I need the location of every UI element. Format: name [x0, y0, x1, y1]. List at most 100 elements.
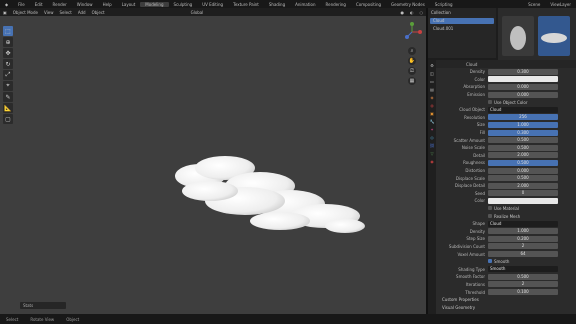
add-cube-icon[interactable]: ▢: [3, 114, 13, 124]
outliner-item[interactable]: Cloud.001: [430, 26, 494, 32]
tab-modeling[interactable]: Modeling: [140, 1, 169, 7]
scene-tab-icon[interactable]: ◈: [429, 94, 435, 100]
section-visual-geometry[interactable]: Visual Geometry: [436, 303, 576, 311]
data-tab-icon[interactable]: ▽: [429, 150, 435, 156]
property-field[interactable]: [488, 197, 558, 204]
tab-compositing[interactable]: Compositing: [351, 2, 386, 7]
menu-view[interactable]: View: [41, 10, 57, 15]
tool-tab-icon[interactable]: ⚙: [429, 62, 435, 68]
property-field[interactable]: Cloud: [488, 106, 558, 113]
measure-icon[interactable]: 📐: [3, 103, 13, 113]
object-tab-icon[interactable]: ▣: [429, 110, 435, 116]
select-box-icon[interactable]: ⬚: [3, 26, 13, 36]
property-field[interactable]: Cloud: [488, 220, 558, 227]
physics-tab-icon[interactable]: ◎: [429, 134, 435, 140]
property-field[interactable]: 1.000: [488, 121, 558, 128]
property-field[interactable]: 0.500: [488, 159, 558, 166]
property-field[interactable]: Smooth: [488, 266, 558, 273]
annotate-icon[interactable]: ✎: [3, 92, 13, 102]
property-field[interactable]: 2: [488, 281, 558, 288]
menu-window[interactable]: Window: [72, 2, 98, 7]
material-tab-icon[interactable]: ◉: [429, 158, 435, 164]
tab-layout[interactable]: Layout: [117, 2, 141, 7]
property-field[interactable]: 2.000: [488, 182, 558, 189]
checkbox-icon[interactable]: [488, 213, 492, 218]
rotate-icon[interactable]: ↻: [3, 59, 13, 69]
property-field[interactable]: [488, 76, 558, 83]
editor-type-icon[interactable]: ▣: [0, 10, 10, 15]
pan-icon[interactable]: ✋: [408, 57, 416, 65]
world-tab-icon[interactable]: ◍: [429, 102, 435, 108]
shading-material-icon[interactable]: ◐: [407, 10, 417, 15]
property-field[interactable]: 0.500: [488, 137, 558, 144]
tab-texture-paint[interactable]: Texture Paint: [228, 2, 264, 7]
view-layer-tab-icon[interactable]: ▤: [429, 86, 435, 92]
cursor-icon[interactable]: ⊕: [3, 37, 13, 47]
outliner-item[interactable]: Cloud: [430, 18, 494, 24]
property-field[interactable]: 0.500: [488, 273, 558, 280]
particles-tab-icon[interactable]: ✦: [429, 126, 435, 132]
property-checkbox[interactable]: Smooth: [488, 259, 509, 264]
property-label: Subdivision Count: [448, 243, 485, 249]
property-field[interactable]: 0.100: [488, 289, 558, 296]
property-field[interactable]: 0: [488, 190, 558, 197]
axis-gizmo-icon[interactable]: [400, 20, 424, 44]
checkbox-icon[interactable]: [488, 205, 492, 210]
cloud-object[interactable]: [0, 16, 426, 314]
render-tab-icon[interactable]: ◫: [429, 70, 435, 76]
tab-uv-editing[interactable]: UV Editing: [197, 2, 228, 7]
perspective-icon[interactable]: ▦: [408, 77, 416, 85]
view-layer-selector[interactable]: ViewLayer: [545, 2, 576, 7]
navigation-gizmo: ⌕ ✋ ⎚ ▦: [400, 20, 424, 110]
property-checkbox[interactable]: Use Material: [488, 205, 519, 211]
checkbox-icon[interactable]: [488, 99, 492, 104]
scale-icon[interactable]: ⤢: [3, 70, 13, 80]
property-field[interactable]: 64: [488, 251, 558, 258]
property-field[interactable]: 0.200: [488, 235, 558, 242]
property-checkbox[interactable]: Use Object Color: [488, 99, 528, 105]
orientation-selector[interactable]: Global: [188, 10, 207, 15]
menu-edit[interactable]: Edit: [30, 2, 48, 7]
transform-icon[interactable]: ⌖: [3, 81, 13, 91]
tab-rendering[interactable]: Rendering: [321, 2, 351, 7]
property-field[interactable]: 0.000: [488, 83, 558, 90]
menu-object[interactable]: Object: [89, 10, 108, 15]
checkbox-icon[interactable]: [488, 259, 492, 264]
output-tab-icon[interactable]: ▭: [429, 78, 435, 84]
shading-rendered-icon[interactable]: ○: [417, 10, 427, 15]
tab-animation[interactable]: Animation: [290, 2, 320, 7]
tab-shading[interactable]: Shading: [264, 2, 290, 7]
move-icon[interactable]: ✥: [3, 48, 13, 58]
tab-sculpting[interactable]: Sculpting: [169, 2, 198, 7]
property-field[interactable]: 0.500: [488, 175, 558, 182]
3d-viewport[interactable]: [0, 16, 426, 314]
shading-solid-icon[interactable]: ●: [398, 10, 408, 15]
menu-render[interactable]: Render: [48, 2, 72, 7]
property-field[interactable]: 256: [488, 114, 558, 121]
section-custom-properties[interactable]: Custom Properties: [436, 296, 576, 304]
property-checkbox[interactable]: Realize Mesh: [488, 213, 520, 219]
asset-thumbnail-selected[interactable]: [538, 16, 570, 56]
property-field[interactable]: 0.500: [488, 144, 558, 151]
tab-scripting[interactable]: Scripting: [430, 2, 458, 7]
mode-selector[interactable]: Object Mode: [10, 10, 41, 15]
property-field[interactable]: 2: [488, 243, 558, 250]
zoom-icon[interactable]: ⌕: [408, 47, 416, 55]
property-field[interactable]: 0.000: [488, 167, 558, 174]
asset-thumbnail[interactable]: [502, 16, 534, 56]
tab-geometry-nodes[interactable]: Geometry Nodes: [386, 2, 430, 7]
property-field[interactable]: 2.000: [488, 152, 558, 159]
scene-selector[interactable]: Scene: [523, 2, 545, 7]
property-field[interactable]: 0.000: [488, 91, 558, 98]
constraints-tab-icon[interactable]: ⛓: [429, 142, 435, 148]
property-field[interactable]: 0.300: [488, 68, 558, 75]
menu-select[interactable]: Select: [56, 10, 74, 15]
menu-add[interactable]: Add: [75, 10, 89, 15]
menu-help[interactable]: Help: [98, 2, 117, 7]
property-field[interactable]: 0.300: [488, 129, 558, 136]
menu-file[interactable]: File: [13, 2, 30, 7]
property-field[interactable]: 1.000: [488, 228, 558, 235]
blender-logo-icon[interactable]: ◆: [0, 2, 13, 7]
modifier-tab-icon[interactable]: 🔧: [429, 118, 435, 124]
camera-icon[interactable]: ⎚: [408, 67, 416, 75]
